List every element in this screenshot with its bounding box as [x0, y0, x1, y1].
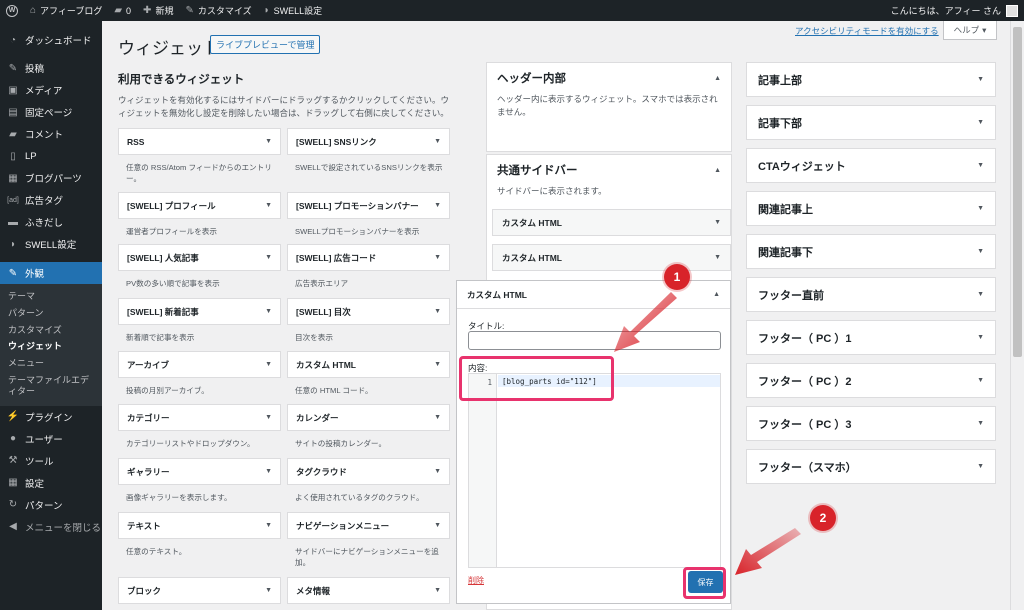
step-badge-1: 1 [664, 264, 690, 290]
step-badge-2: 2 [810, 505, 836, 531]
annotation-arrows [614, 292, 801, 575]
arrow-2 [735, 528, 801, 575]
arrow-1 [614, 292, 677, 352]
